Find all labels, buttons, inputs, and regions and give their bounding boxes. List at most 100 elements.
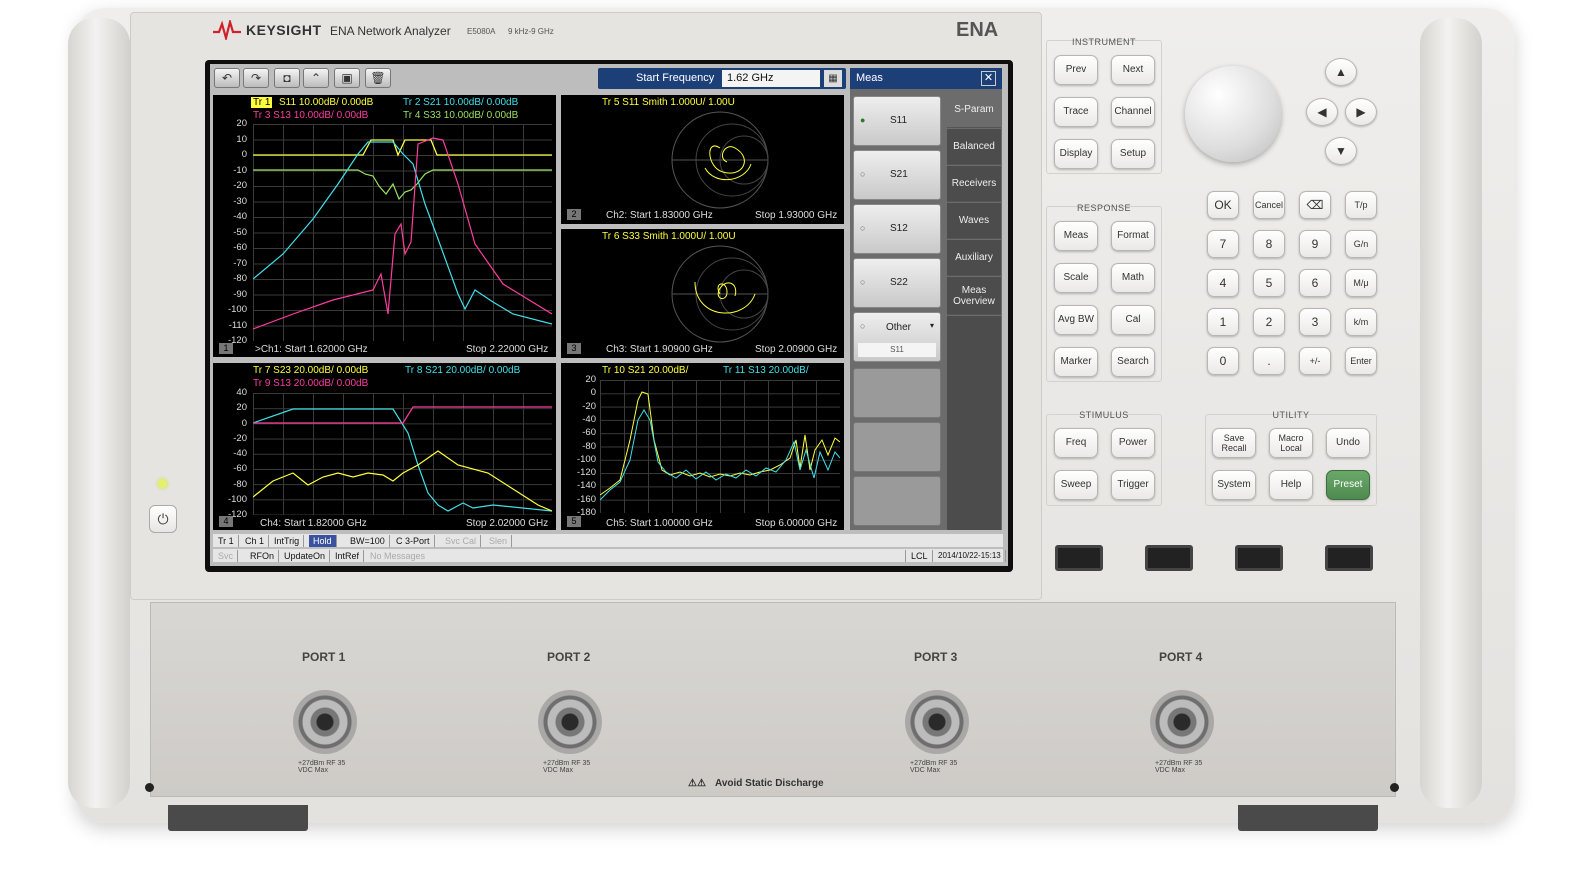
keypad-key-4[interactable]: 4 bbox=[1207, 269, 1239, 297]
keypad-key-Txp[interactable]: T/p bbox=[1345, 191, 1377, 219]
y-tick-label: -40 bbox=[582, 413, 596, 425]
keypad-key-x[interactable]: ⌫ bbox=[1299, 191, 1331, 219]
keypad-key-9[interactable]: 9 bbox=[1299, 230, 1331, 258]
y-tick-label: -20 bbox=[233, 432, 247, 444]
prev-key[interactable]: Prev bbox=[1054, 55, 1098, 85]
meas-s12-button[interactable]: ○ S12 bbox=[853, 204, 941, 254]
rotary-knob[interactable] bbox=[1185, 66, 1281, 162]
arrow-down-icon[interactable]: ▼ bbox=[1325, 137, 1357, 165]
macro-local-key[interactable]: Macro Local bbox=[1269, 428, 1313, 458]
marker-add-icon[interactable]: ⌃ bbox=[303, 68, 329, 88]
preset-key[interactable]: Preset bbox=[1326, 470, 1370, 500]
keypad-icon[interactable]: ▦ bbox=[824, 70, 842, 87]
y-tick-label: -160 bbox=[576, 493, 596, 505]
tab-s-param[interactable]: S-Param bbox=[947, 92, 1001, 128]
trace-7-line bbox=[253, 450, 552, 512]
channel-key[interactable]: Channel bbox=[1111, 97, 1155, 127]
keypad-key-3[interactable]: 3 bbox=[1299, 308, 1331, 336]
trigger-key[interactable]: Trigger bbox=[1111, 470, 1155, 500]
start-frequency-input[interactable]: 1.62 GHz bbox=[722, 70, 820, 87]
arrow-left-icon[interactable]: ◀ bbox=[1306, 98, 1338, 126]
keypad-key-5[interactable]: 5 bbox=[1253, 269, 1285, 297]
tab-waves[interactable]: Waves bbox=[947, 203, 1001, 239]
freq-key[interactable]: Freq bbox=[1054, 428, 1098, 458]
display-key[interactable]: Display bbox=[1054, 139, 1098, 169]
status-rf-on[interactable]: RFOn bbox=[246, 550, 280, 562]
start-frequency-label: Start Frequency bbox=[636, 72, 715, 84]
port-2-label: PORT 2 bbox=[547, 650, 591, 664]
math-key[interactable]: Math bbox=[1111, 263, 1155, 293]
product-name: ENA Network Analyzer bbox=[330, 24, 451, 38]
scale-key[interactable]: Scale bbox=[1054, 263, 1098, 293]
status-trigger[interactable]: IntTrig bbox=[270, 535, 305, 547]
keypad-key-6[interactable]: 6 bbox=[1299, 269, 1331, 297]
save-screen-icon[interactable]: ▣ bbox=[334, 68, 360, 88]
port-3-connector[interactable] bbox=[905, 690, 969, 754]
trace-7-label: Tr 7 S23 20.00dB/ 0.00dB bbox=[253, 365, 369, 376]
keypad-key-2[interactable]: 2 bbox=[1253, 308, 1285, 336]
trash-icon[interactable]: 🗑 bbox=[365, 68, 391, 88]
meas-s21-button[interactable]: ○ S21 bbox=[853, 150, 941, 200]
status-hold[interactable]: Hold bbox=[309, 535, 337, 547]
next-key[interactable]: Next bbox=[1111, 55, 1155, 85]
keypad-key-kxm[interactable]: k/m bbox=[1345, 308, 1377, 336]
sweep-key[interactable]: Sweep bbox=[1054, 470, 1098, 500]
channel-4-traces bbox=[253, 406, 552, 512]
tab-auxiliary[interactable]: Auxiliary bbox=[947, 240, 1001, 276]
channel-3-number: 3 bbox=[567, 343, 581, 354]
arrow-up-icon[interactable]: ▲ bbox=[1325, 58, 1357, 86]
keypad-key-Gxn[interactable]: G/n bbox=[1345, 230, 1377, 258]
close-icon[interactable]: ✕ bbox=[981, 71, 996, 86]
meas-key[interactable]: Meas bbox=[1054, 221, 1098, 251]
keypad-key-Cancel[interactable]: Cancel bbox=[1253, 191, 1285, 219]
keypad-key-Mxx[interactable]: M/μ bbox=[1345, 269, 1377, 297]
port-1-connector[interactable] bbox=[293, 690, 357, 754]
marker-key[interactable]: Marker bbox=[1054, 347, 1098, 377]
port-4-connector[interactable] bbox=[1150, 690, 1214, 754]
system-key[interactable]: System bbox=[1212, 470, 1256, 500]
status-bandwidth[interactable]: BW=100 bbox=[346, 535, 390, 547]
camera-icon[interactable]: ◘ bbox=[274, 68, 300, 88]
trace-1-active-badge[interactable]: Tr 1 bbox=[251, 97, 272, 108]
keypad-key-Enter[interactable]: Enter bbox=[1345, 347, 1377, 375]
status-int-ref[interactable]: IntRef bbox=[331, 550, 365, 562]
status-lcl: LCL bbox=[907, 550, 933, 562]
tab-balanced[interactable]: Balanced bbox=[947, 129, 1001, 165]
meas-empty-slot-1 bbox=[853, 368, 941, 418]
undo-button[interactable]: ↶ bbox=[214, 68, 240, 88]
power-button[interactable]: ⏻ bbox=[149, 505, 177, 533]
keypad-key-OK[interactable]: OK bbox=[1207, 191, 1239, 219]
redo-button[interactable]: ↷ bbox=[243, 68, 269, 88]
meas-other-dropdown[interactable]: ○ Other ▾ S11 bbox=[853, 312, 941, 362]
cal-key[interactable]: Cal bbox=[1111, 305, 1155, 335]
trace-key[interactable]: Trace bbox=[1054, 97, 1098, 127]
meas-s22-button[interactable]: ○ S22 bbox=[853, 258, 941, 308]
keypad-key-xxx[interactable]: +/- bbox=[1299, 347, 1331, 375]
arrow-right-icon[interactable]: ▶ bbox=[1345, 98, 1377, 126]
status-trace[interactable]: Tr 1 bbox=[214, 535, 239, 547]
save-recall-key[interactable]: Save Recall bbox=[1212, 428, 1256, 458]
keypad-key-7[interactable]: 7 bbox=[1207, 230, 1239, 258]
meas-s11-button[interactable]: ● S11 bbox=[853, 96, 941, 146]
power-key[interactable]: Power bbox=[1111, 428, 1155, 458]
search-key[interactable]: Search bbox=[1111, 347, 1155, 377]
format-key[interactable]: Format bbox=[1111, 221, 1155, 251]
tab-receivers[interactable]: Receivers bbox=[947, 166, 1001, 202]
channel-2-stop: Stop 1.93000 GHz bbox=[755, 210, 838, 221]
keypad-key-x[interactable]: . bbox=[1253, 347, 1285, 375]
y-tick-label: -80 bbox=[233, 478, 247, 490]
tab-meas-overview[interactable]: Meas Overview bbox=[947, 277, 1001, 315]
status-update-on[interactable]: UpdateOn bbox=[280, 550, 331, 562]
avg-bw-key[interactable]: Avg BW bbox=[1054, 305, 1098, 335]
keypad-key-8[interactable]: 8 bbox=[1253, 230, 1285, 258]
port-2-connector[interactable] bbox=[538, 690, 602, 754]
setup-key[interactable]: Setup bbox=[1111, 139, 1155, 169]
status-cal[interactable]: C 3-Port bbox=[392, 535, 435, 547]
y-tick-label: 0 bbox=[241, 417, 247, 429]
keypad-key-1[interactable]: 1 bbox=[1207, 308, 1239, 336]
trace-11-line bbox=[600, 409, 840, 501]
help-key[interactable]: Help bbox=[1269, 470, 1313, 500]
status-channel[interactable]: Ch 1 bbox=[241, 535, 270, 547]
undo-key[interactable]: Undo bbox=[1326, 428, 1370, 458]
keypad-key-0[interactable]: 0 bbox=[1207, 347, 1239, 375]
